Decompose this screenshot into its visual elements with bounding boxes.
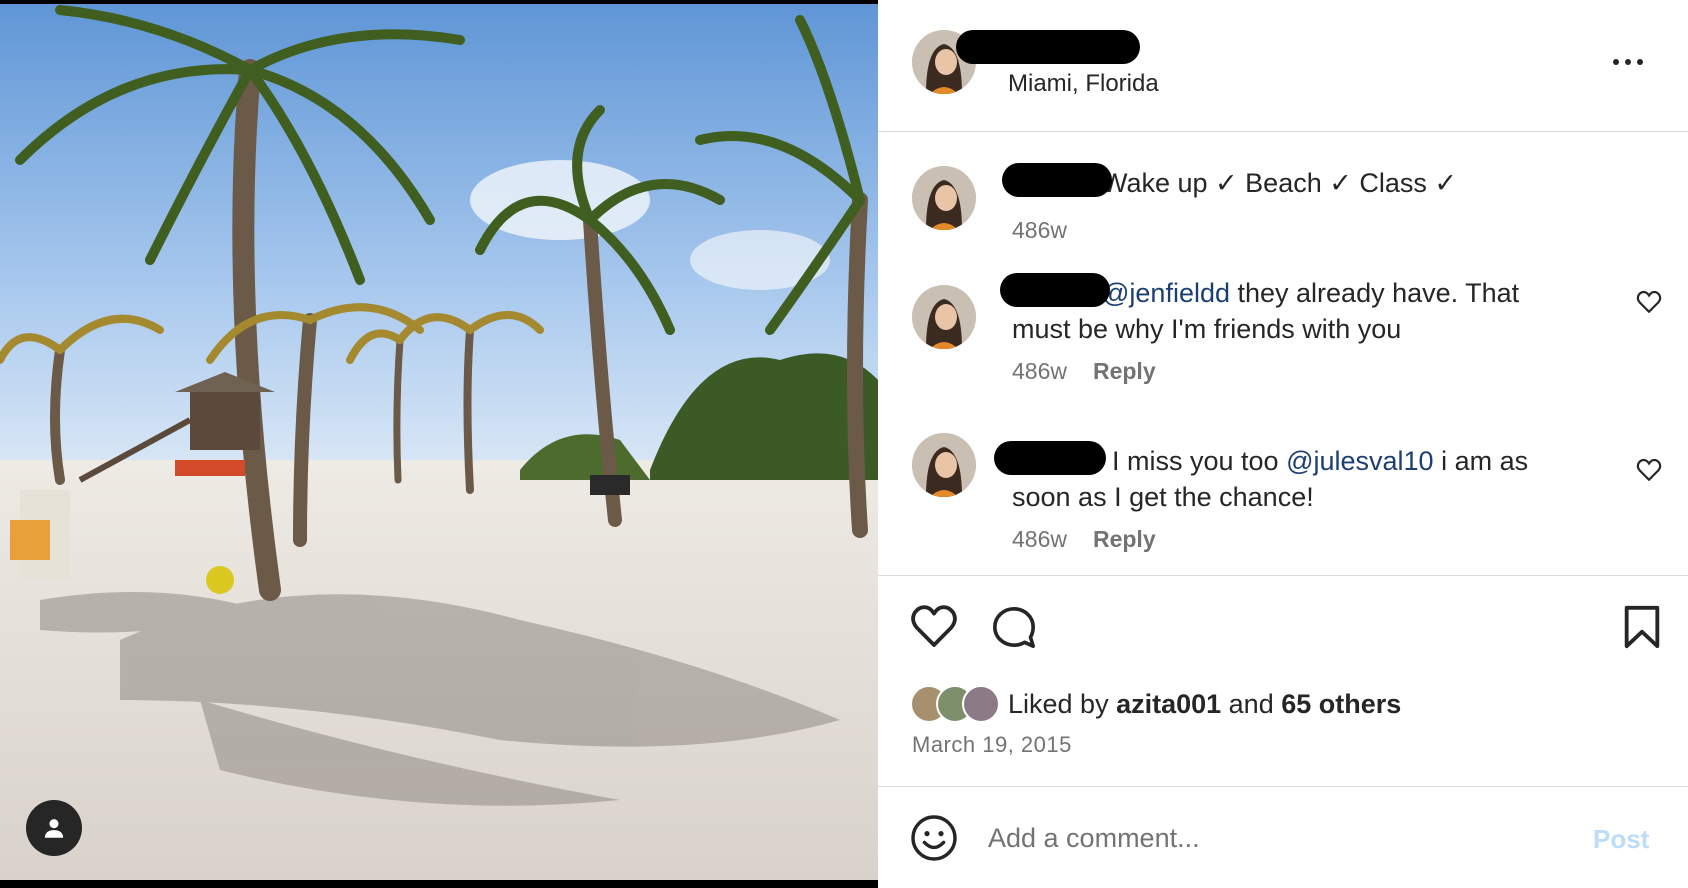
post-comment-button[interactable]: Post xyxy=(1593,824,1649,855)
user-tag-button[interactable] xyxy=(26,800,82,856)
avatar[interactable] xyxy=(912,285,976,349)
comment-input[interactable] xyxy=(988,812,1548,864)
redacted-username xyxy=(1002,163,1112,197)
redacted-username xyxy=(994,441,1106,475)
user-tag-icon xyxy=(44,819,64,838)
post-date[interactable]: March 19, 2015 xyxy=(912,732,1072,758)
avatar[interactable] xyxy=(912,166,976,230)
more-options-icon xyxy=(1613,59,1619,65)
comment-meta: 486w Reply xyxy=(1012,526,1156,553)
emoji-icon[interactable] xyxy=(910,814,958,862)
avatar-image xyxy=(912,285,976,349)
likes-prefix: Liked by xyxy=(1008,688,1117,719)
post-details-panel: Miami, Florida Wake up ✓ Beach ✓ Class ✓… xyxy=(878,0,1688,888)
mention-link[interactable]: @julesval10 xyxy=(1286,446,1434,476)
avatar[interactable] xyxy=(912,433,976,497)
comment-meta: 486w Reply xyxy=(1012,358,1156,385)
comment-timestamp: 486w xyxy=(1012,358,1067,384)
comment-bubble-icon[interactable] xyxy=(990,604,1038,650)
likes-text: Liked by azita001 and 65 others xyxy=(1008,689,1401,720)
heart-icon[interactable] xyxy=(910,604,958,648)
caption-timestamp: 486w xyxy=(1012,217,1067,243)
comment-body: I miss you too xyxy=(1112,446,1287,476)
likes-others[interactable]: 65 others xyxy=(1281,689,1401,719)
more-options-button[interactable] xyxy=(1608,48,1648,76)
post-actions: Liked by azita001 and 65 others March 19… xyxy=(878,575,1688,787)
likes-summary: Liked by azita001 and 65 others xyxy=(910,684,1401,724)
redacted-username xyxy=(1000,273,1110,307)
caption-text: Wake up ✓ Beach ✓ Class ✓ xyxy=(1102,168,1457,198)
redacted-username xyxy=(956,30,1140,64)
beach-photo xyxy=(0,0,878,888)
avatar-image xyxy=(912,433,976,497)
like-comment-icon[interactable] xyxy=(1636,458,1662,482)
liker-avatar xyxy=(962,685,1000,723)
liker-username[interactable]: azita001 xyxy=(1116,689,1221,719)
likes-and: and xyxy=(1221,688,1282,719)
avatar-image xyxy=(912,166,976,230)
comments-list[interactable]: Wake up ✓ Beach ✓ Class ✓ 486w @jenfield… xyxy=(878,133,1688,575)
more-dot xyxy=(1637,59,1643,65)
post-photo xyxy=(0,0,878,888)
more-dot xyxy=(1625,59,1631,65)
add-comment-bar: Post xyxy=(878,788,1688,888)
comment-timestamp: 486w xyxy=(1012,526,1067,552)
mention-link[interactable]: @jenfieldd xyxy=(1102,278,1230,308)
like-comment-icon[interactable] xyxy=(1636,290,1662,314)
post-location[interactable]: Miami, Florida xyxy=(1008,70,1159,98)
post-header: Miami, Florida xyxy=(878,0,1688,132)
reply-button[interactable]: Reply xyxy=(1093,526,1156,552)
bookmark-icon[interactable] xyxy=(1622,604,1662,650)
reply-button[interactable]: Reply xyxy=(1093,358,1156,384)
